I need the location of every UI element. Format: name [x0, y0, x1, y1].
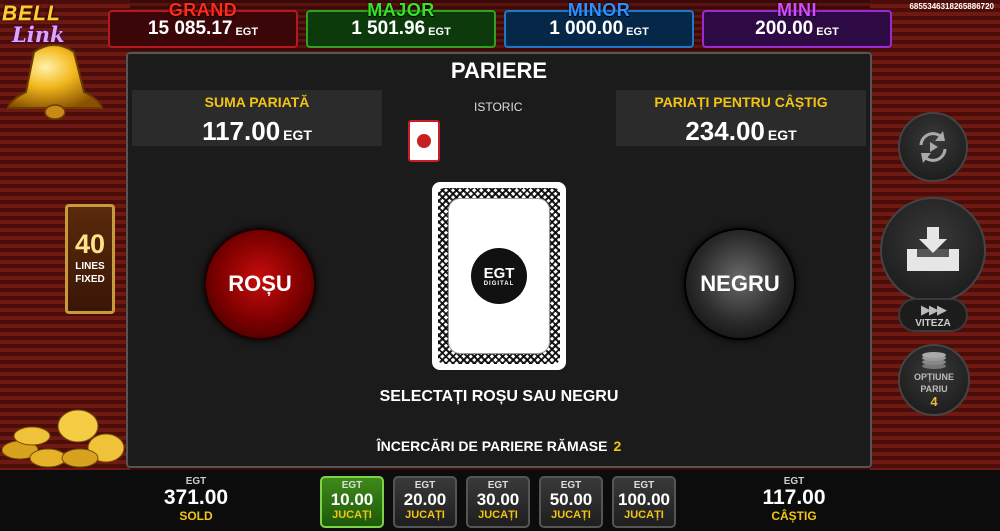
- bet-amount-value: 117.00: [202, 116, 281, 146]
- egt-logo-icon: EGT DIGITAL: [471, 248, 527, 304]
- attempts-count: 2: [613, 438, 622, 454]
- logo-text-bell: BELL: [2, 2, 61, 25]
- jackpot-mini: MINI 200.00 EGT: [702, 0, 892, 48]
- card-logo-main: EGT: [483, 264, 515, 282]
- jackpot-grand-value: 15 085.17: [147, 18, 233, 39]
- take-win-button[interactable]: [880, 197, 986, 303]
- black-button[interactable]: NEGRU: [684, 228, 796, 340]
- speed-icon: ▶▶▶: [921, 302, 947, 317]
- bottom-bar: EGT 371.00 SOLD EGT 10.00 JUCAȚI EGT 20.…: [0, 470, 1000, 531]
- gamble-card: EGT DIGITAL: [432, 182, 566, 370]
- bet-button-100[interactable]: EGT 100.00 JUCAȚI: [612, 476, 676, 528]
- bet-label: JUCAȚI: [332, 509, 372, 521]
- gamble-win-box: PARIAȚI PENTRU CÂȘTIG 234.00 EGT: [616, 90, 866, 146]
- bet-button-30[interactable]: EGT 30.00 JUCAȚI: [466, 476, 530, 528]
- instruction-text: SELECTAȚI ROȘU SAU NEGRU: [379, 388, 619, 405]
- jackpot-minor-value: 1 000.00: [549, 18, 624, 39]
- bet-label: JUCAȚI: [478, 509, 518, 521]
- jackpot-major-currency: EGT: [428, 26, 451, 38]
- jackpot-mini-name: MINI: [777, 0, 817, 20]
- card-back-pattern: EGT DIGITAL: [438, 188, 560, 364]
- collect-icon: [907, 227, 959, 271]
- red-button[interactable]: ROȘU: [204, 228, 316, 340]
- card-face: EGT DIGITAL: [448, 198, 550, 354]
- jackpot-mini-currency: EGT: [816, 26, 839, 38]
- gamble-win-label: PARIAȚI PENTRU CÂȘTIG: [654, 94, 828, 110]
- win-value: 117.00: [762, 486, 826, 509]
- jackpot-mini-value: 200.00: [755, 18, 814, 39]
- jackpot-minor-currency: EGT: [626, 26, 649, 38]
- bet-option-value: 4: [930, 393, 938, 409]
- speed-button[interactable]: ▶▶▶ VITEZA: [898, 298, 968, 332]
- history-card: [408, 120, 440, 162]
- bet-amount-currency: EGT: [283, 127, 312, 143]
- balance-value: 371.00: [163, 486, 229, 509]
- bet-button-10[interactable]: EGT 10.00 JUCAȚI: [320, 476, 384, 528]
- bet-option-label-1: OPȚIUNE: [913, 371, 954, 382]
- jackpot-minor: MINOR 1 000.00 EGT: [504, 0, 694, 48]
- jackpot-major-value: 1 501.96: [351, 18, 426, 39]
- bet-value: 20.00: [403, 490, 447, 509]
- card-logo-sub: DIGITAL: [483, 280, 515, 287]
- gamble-panel: PARIERE SUMA PARIATĂ 117.00 EGT ISTORIC P…: [126, 52, 872, 468]
- speed-label: VITEZA: [915, 318, 951, 329]
- bet-value: 10.00: [330, 490, 374, 509]
- balance-display: EGT 371.00 SOLD: [136, 476, 256, 523]
- bet-label: JUCAȚI: [405, 509, 445, 521]
- autoplay-icon: [919, 131, 947, 163]
- autoplay-button[interactable]: [898, 112, 968, 182]
- bet-button-50[interactable]: EGT 50.00 JUCAȚI: [539, 476, 603, 528]
- jackpot-major-name: MAJOR: [367, 0, 435, 20]
- jackpot-major: MAJOR 1 501.96 EGT: [306, 0, 496, 48]
- jackpot-grand-name: GRAND: [168, 0, 238, 20]
- jackpot-minor-name: MINOR: [567, 0, 631, 20]
- panel-title: PARIERE: [450, 58, 548, 83]
- jackpot-grand: GRAND 15 085.17 EGT: [108, 0, 298, 48]
- lines-label-lines: LINES: [75, 261, 105, 272]
- bet-value: 50.00: [549, 490, 593, 509]
- lines-badge: 40 LINES FIXED: [65, 204, 115, 314]
- bet-amount-label: SUMA PARIATĂ: [204, 94, 310, 110]
- bet-option-button[interactable]: OPȚIUNE PARIU 4: [898, 344, 970, 416]
- game-id: 6855346318265886720: [909, 2, 994, 11]
- win-display: EGT 117.00 CÂȘTIG: [734, 476, 854, 523]
- bet-option-label-2: PARIU: [920, 383, 948, 394]
- attempts-remaining: ÎNCERCĂRI DE PARIERE RĂMASE 2: [128, 438, 870, 454]
- jackpot-grand-currency: EGT: [235, 26, 259, 38]
- lines-count: 40: [74, 229, 106, 259]
- history-label: ISTORIC: [474, 100, 523, 114]
- gamble-win-value: 234.00: [685, 116, 765, 146]
- gamble-win-currency: EGT: [767, 127, 797, 143]
- bell-icon: [6, 44, 104, 120]
- attempts-label: ÎNCERCĂRI DE PARIERE RĂMASE: [376, 438, 608, 454]
- jackpot-bar: GRAND 15 085.17 EGT MAJOR 1 501.96 EGT M…: [108, 0, 892, 48]
- red-card-mark-icon: [417, 134, 431, 148]
- win-label: CÂȘTIG: [771, 509, 817, 523]
- balance-label: SOLD: [179, 509, 213, 523]
- bet-value: 100.00: [618, 490, 670, 509]
- bet-value: 30.00: [476, 490, 520, 509]
- bet-amount-box: SUMA PARIATĂ 117.00 EGT: [132, 90, 382, 146]
- bet-label: JUCAȚI: [551, 509, 591, 521]
- lines-label-fixed: FIXED: [75, 274, 105, 285]
- bet-label: JUCAȚI: [624, 509, 664, 521]
- coins-icon: [1, 409, 125, 468]
- coin-stack-icon: [922, 351, 946, 369]
- bet-button-20[interactable]: EGT 20.00 JUCAȚI: [393, 476, 457, 528]
